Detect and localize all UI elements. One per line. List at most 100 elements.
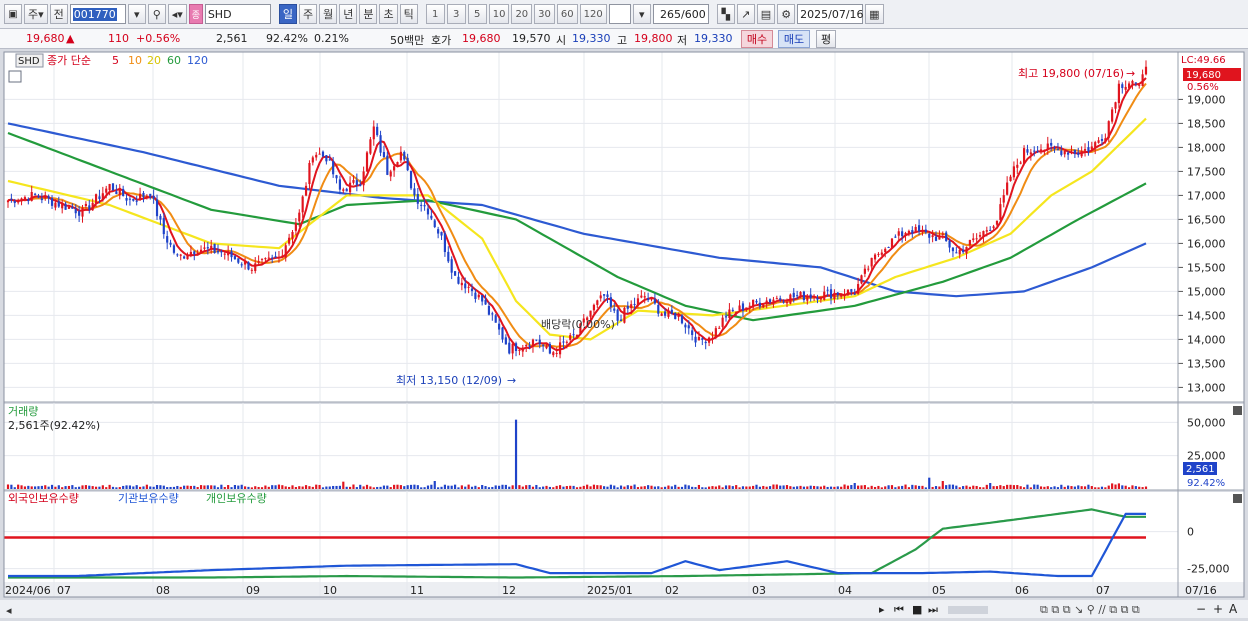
- scroll-thumb[interactable]: [948, 606, 988, 614]
- volume-bar: [718, 485, 721, 489]
- chart-tools-icon[interactable]: ▚: [716, 4, 735, 24]
- layout-icon[interactable]: ▣: [4, 4, 22, 24]
- interval-20[interactable]: 20: [511, 4, 533, 24]
- candle-body: [951, 247, 955, 252]
- scroll-right-icon[interactable]: ▸: [879, 603, 885, 616]
- interval-5[interactable]: 5: [467, 4, 487, 24]
- volume-bar: [650, 485, 653, 489]
- last-percent-tag: 0.56%: [1187, 82, 1219, 93]
- ma5-legend[interactable]: 5: [112, 54, 119, 67]
- interval-dropdown-button[interactable]: ▾: [632, 4, 651, 24]
- interval-3[interactable]: 3: [446, 4, 466, 24]
- volume-bar: [487, 487, 491, 489]
- speaker-icon[interactable]: ◂▾: [167, 4, 187, 24]
- rewind-icon[interactable]: ⏮: [894, 603, 904, 616]
- volume-bar: [142, 486, 145, 489]
- volume-bar: [470, 486, 474, 489]
- sell-button[interactable]: 매도: [778, 30, 810, 48]
- volume-bar: [105, 487, 108, 489]
- period-month-tab[interactable]: 월: [319, 4, 338, 24]
- interval-custom-input[interactable]: [608, 4, 631, 24]
- auto-scale-icon[interactable]: A: [1229, 602, 1238, 616]
- view-total-value: /600: [681, 7, 706, 21]
- volume-bar: [535, 484, 538, 489]
- candle-body: [657, 304, 660, 314]
- ticker-input[interactable]: SHD: [204, 4, 271, 24]
- date-tick-label: 07: [1096, 584, 1110, 597]
- volume-bar: [1094, 487, 1097, 489]
- volume-bar: [857, 485, 860, 489]
- interval-60[interactable]: 60: [556, 4, 578, 24]
- volume-bar: [735, 485, 738, 489]
- candle-body: [1009, 176, 1012, 181]
- period-day-tab[interactable]: 일: [278, 4, 297, 24]
- candle-body: [183, 256, 186, 259]
- stock-code-value: 001770: [72, 7, 117, 21]
- volume-bar: [1141, 487, 1144, 489]
- candle-body: [40, 198, 43, 201]
- stock-code-input[interactable]: 001770: [69, 4, 126, 24]
- candle-body: [223, 253, 226, 255]
- calendar-icon[interactable]: ▦: [865, 4, 884, 24]
- gear-icon[interactable]: ⚙: [777, 4, 796, 24]
- candle-body: [792, 292, 795, 298]
- prev-button[interactable]: 전: [49, 4, 68, 24]
- volume-bar: [955, 485, 958, 489]
- period-week-tab[interactable]: 주: [298, 4, 318, 24]
- volume-bar: [914, 485, 917, 489]
- candle-body: [697, 336, 701, 341]
- save-icon[interactable]: ▤: [756, 4, 776, 24]
- candle-body: [196, 252, 199, 256]
- volume-bar: [941, 481, 944, 489]
- view-options-icon[interactable]: ⧉ ⧉ ⧉ ↘ ⚲ ∕∕ ⧉ ⧉ ⧉: [1040, 603, 1140, 616]
- volume-bar: [389, 487, 392, 489]
- volume-bar: [20, 485, 23, 489]
- panel-menu-icon[interactable]: [8, 70, 22, 83]
- holdings-panel-close-icon[interactable]: [1233, 494, 1242, 503]
- holdings-legend-institution[interactable]: 기관보유수량: [118, 492, 179, 505]
- search-icon[interactable]: ⚲: [147, 4, 166, 24]
- evaluation-button[interactable]: 평: [816, 30, 836, 48]
- period-tick-tab[interactable]: 틱: [399, 4, 418, 24]
- candle-body: [1050, 142, 1053, 146]
- candle-body: [382, 152, 386, 158]
- volume-bar: [1016, 485, 1019, 489]
- interval-1[interactable]: 1: [425, 4, 445, 24]
- interval-120[interactable]: 120: [579, 4, 607, 24]
- volume-bar: [132, 486, 135, 489]
- scroll-left-icon[interactable]: ◂: [6, 604, 12, 617]
- volume-bar: [640, 486, 643, 489]
- volume-bar: [467, 484, 470, 489]
- ma10-legend[interactable]: 10: [128, 54, 142, 67]
- ma120-legend[interactable]: 120: [187, 54, 208, 67]
- volume-bar: [924, 487, 927, 489]
- price-tick-label: 13,000: [1187, 381, 1226, 394]
- volume-bar: [731, 486, 734, 489]
- date-input[interactable]: 2025/07/16: [797, 4, 864, 24]
- ma60-legend[interactable]: 60: [167, 54, 181, 67]
- interval-10[interactable]: 10: [488, 4, 510, 24]
- zoom-out-icon[interactable]: −: [1196, 602, 1206, 616]
- holdings-legend-foreign[interactable]: 외국인보유수량: [8, 492, 79, 505]
- volume-panel-close-icon[interactable]: [1233, 406, 1242, 415]
- period-main-select[interactable]: 주 ▾: [24, 4, 48, 24]
- period-second-tab[interactable]: 초: [379, 4, 398, 24]
- fast-forward-icon[interactable]: ⏭: [928, 603, 938, 616]
- period-year-tab[interactable]: 년: [339, 4, 358, 24]
- draw-tools-icon[interactable]: ↗: [736, 4, 755, 24]
- ma20-legend[interactable]: 20: [147, 54, 161, 67]
- zoom-in-icon[interactable]: +: [1213, 602, 1223, 616]
- buy-button[interactable]: 매수: [741, 30, 773, 48]
- stock-chart[interactable]: 19,000 18,500 18,000 17,500 17,000 16,500 16,0…: [0, 49, 1248, 621]
- period-minute-tab[interactable]: 분: [359, 4, 378, 24]
- interval-30[interactable]: 30: [534, 4, 555, 24]
- view-count-input[interactable]: 265/600: [652, 4, 709, 24]
- price-tick-label: 18,500: [1187, 117, 1226, 130]
- candle-body: [860, 275, 863, 284]
- code-dropdown-button[interactable]: ▾: [127, 4, 146, 24]
- candle-body: [538, 339, 541, 345]
- candle-body: [972, 238, 975, 241]
- candle-body: [74, 209, 77, 214]
- stop-icon[interactable]: ■: [912, 603, 922, 616]
- holdings-legend-individual[interactable]: 개인보유수량: [206, 492, 267, 505]
